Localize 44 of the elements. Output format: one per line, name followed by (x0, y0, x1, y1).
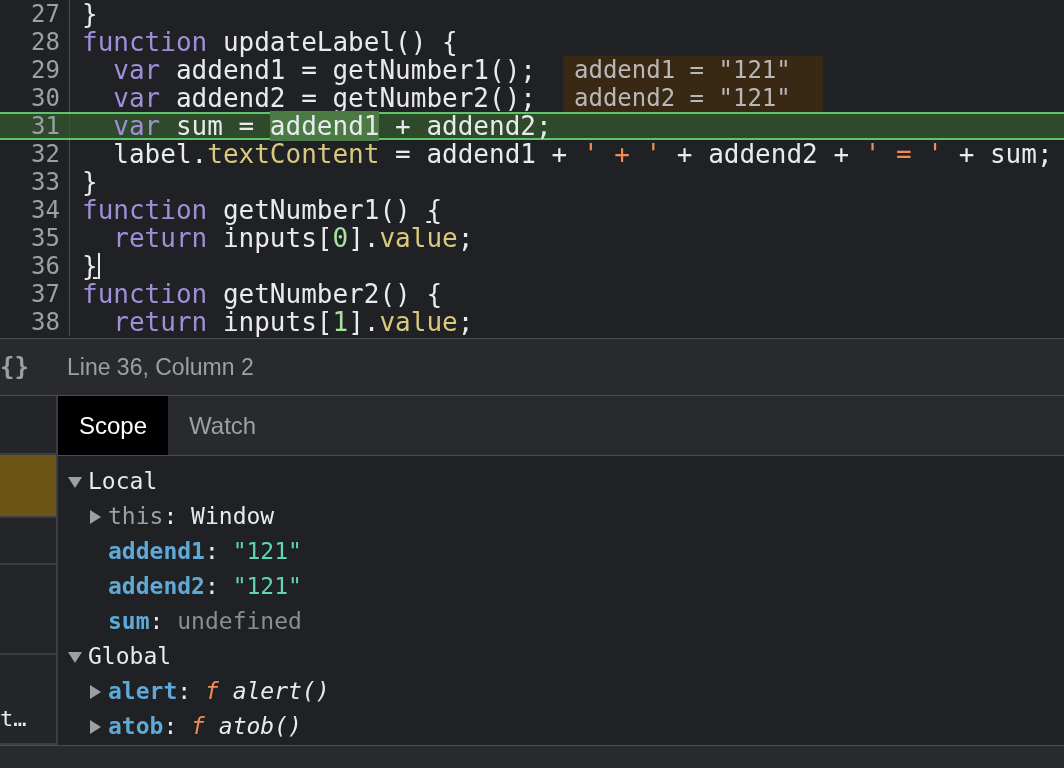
sidebar-row[interactable]: t… (0, 655, 56, 745)
line-number: 37 (30, 282, 61, 306)
scope-variable[interactable]: sum: undefined (108, 604, 302, 639)
line-number: 32 (30, 142, 61, 166)
collapsed-triangle-icon[interactable] (88, 719, 102, 734)
code-line: var addend1 = getNumber1(); (112, 57, 536, 83)
code-line: function updateLabel() { (82, 29, 458, 55)
line-number: 35 (30, 226, 61, 250)
cursor-position: Line 36, Column 2 (67, 352, 254, 382)
tab[interactable]: Scope (58, 396, 169, 455)
code-line: return inputs[0].value; (112, 225, 474, 251)
pretty-print-icon[interactable]: {} (0, 349, 40, 385)
line-number: 33 (30, 170, 61, 194)
inline-value: addend1 = "121" (563, 56, 823, 84)
line-number: 31 (30, 114, 61, 138)
scope-variable[interactable]: this: Window (108, 499, 275, 534)
code-line: return inputs[1].value; (112, 309, 474, 335)
scope-variable[interactable]: addend1: "121" (108, 534, 302, 569)
scope-variable[interactable]: atob: f atob() (108, 709, 302, 744)
line-number: 27 (30, 2, 61, 26)
code-line: function getNumber2() { (82, 281, 443, 307)
inline-value: addend2 = "121" (563, 84, 823, 112)
collapsed-triangle-icon[interactable] (88, 509, 102, 524)
code-line: var addend2 = getNumber2(); (112, 85, 536, 111)
collapsed-triangle-icon[interactable] (88, 684, 102, 699)
code-line: } (82, 1, 98, 27)
line-number: 28 (30, 30, 61, 54)
line-number: 36 (30, 254, 61, 278)
code-line: var sum = addend1 + addend2; (112, 113, 552, 139)
expanded-triangle-icon[interactable] (68, 649, 82, 664)
line-number: 34 (30, 198, 61, 222)
scope-variable[interactable]: addend2: "121" (108, 569, 302, 604)
code-line: function getNumber1() { (82, 197, 443, 223)
expanded-triangle-icon[interactable] (68, 474, 82, 489)
code-line: } (82, 253, 98, 279)
tab[interactable]: Watch (168, 396, 278, 455)
scope-heading[interactable]: Local (88, 464, 158, 499)
scope-variable[interactable]: alert: f alert() (108, 674, 330, 709)
code-line: } (82, 169, 98, 195)
line-number: 38 (30, 310, 61, 334)
code-line: label.textContent = addend1 + ' + ' + addend2 + ' = ' + sum; (112, 141, 1053, 167)
line-number: 30 (30, 86, 61, 110)
scope-heading[interactable]: Global (88, 639, 172, 674)
line-number: 29 (30, 58, 61, 82)
